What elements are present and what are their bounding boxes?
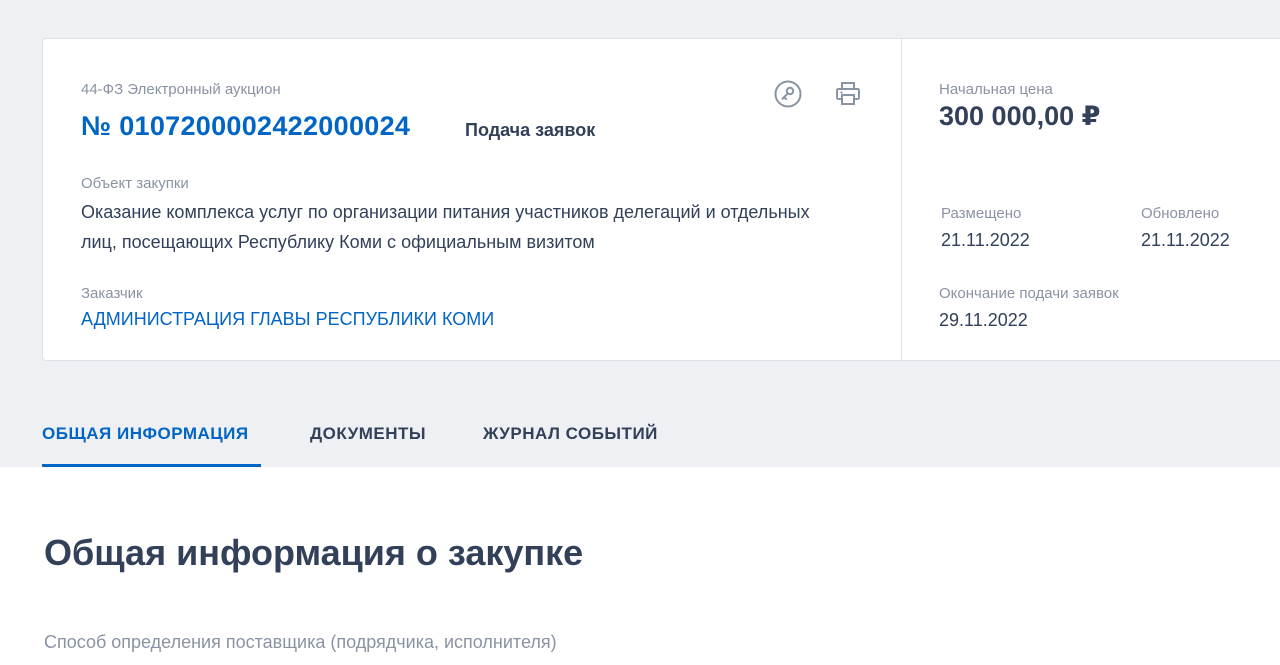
active-tab-indicator — [42, 464, 261, 467]
object-label: Объект закупки — [81, 175, 189, 192]
deadline-date: 29.11.2022 — [939, 310, 1028, 330]
printer-icon[interactable] — [833, 79, 863, 109]
tab-bar: ОБЩАЯ ИНФОРМАЦИЯ ДОКУМЕНТЫ ЖУРНАЛ СОБЫТИ… — [0, 400, 1280, 467]
price-label: Начальная цена — [939, 81, 1053, 98]
registry-number[interactable]: № 0107200002422000024 — [81, 111, 410, 142]
object-description: Оказание комплекса услуг по организации … — [81, 202, 810, 252]
customer-label: Заказчик — [81, 285, 143, 302]
price-value: 300 000,00 ₽ — [939, 101, 1101, 131]
tab-documents[interactable]: ДОКУМЕНТЫ — [310, 424, 426, 444]
deadline-label: Окончание подачи заявок — [939, 285, 1119, 302]
law-type-label: 44-ФЗ Электронный аукцион — [81, 81, 281, 98]
supplier-method-label: Способ определения поставщика (подрядчик… — [44, 632, 557, 652]
stage-status: Подача заявок — [465, 120, 596, 140]
posted-date: 21.11.2022 — [941, 230, 1030, 250]
updated-date: 21.11.2022 — [1141, 230, 1230, 250]
procurement-card: 44-ФЗ Электронный аукцион № 010720000242… — [42, 38, 1280, 361]
tab-event-log[interactable]: ЖУРНАЛ СОБЫТИЙ — [483, 424, 658, 444]
key-icon[interactable] — [773, 79, 803, 109]
updated-label: Обновлено — [1141, 205, 1220, 222]
posted-label: Размещено — [941, 205, 1022, 222]
customer-link[interactable]: АДМИНИСТРАЦИЯ ГЛАВЫ РЕСПУБЛИКИ КОМИ — [81, 309, 494, 330]
card-divider — [901, 39, 902, 360]
section-title: Общая информация о закупке — [44, 532, 584, 573]
tab-general-info[interactable]: ОБЩАЯ ИНФОРМАЦИЯ — [42, 424, 249, 444]
